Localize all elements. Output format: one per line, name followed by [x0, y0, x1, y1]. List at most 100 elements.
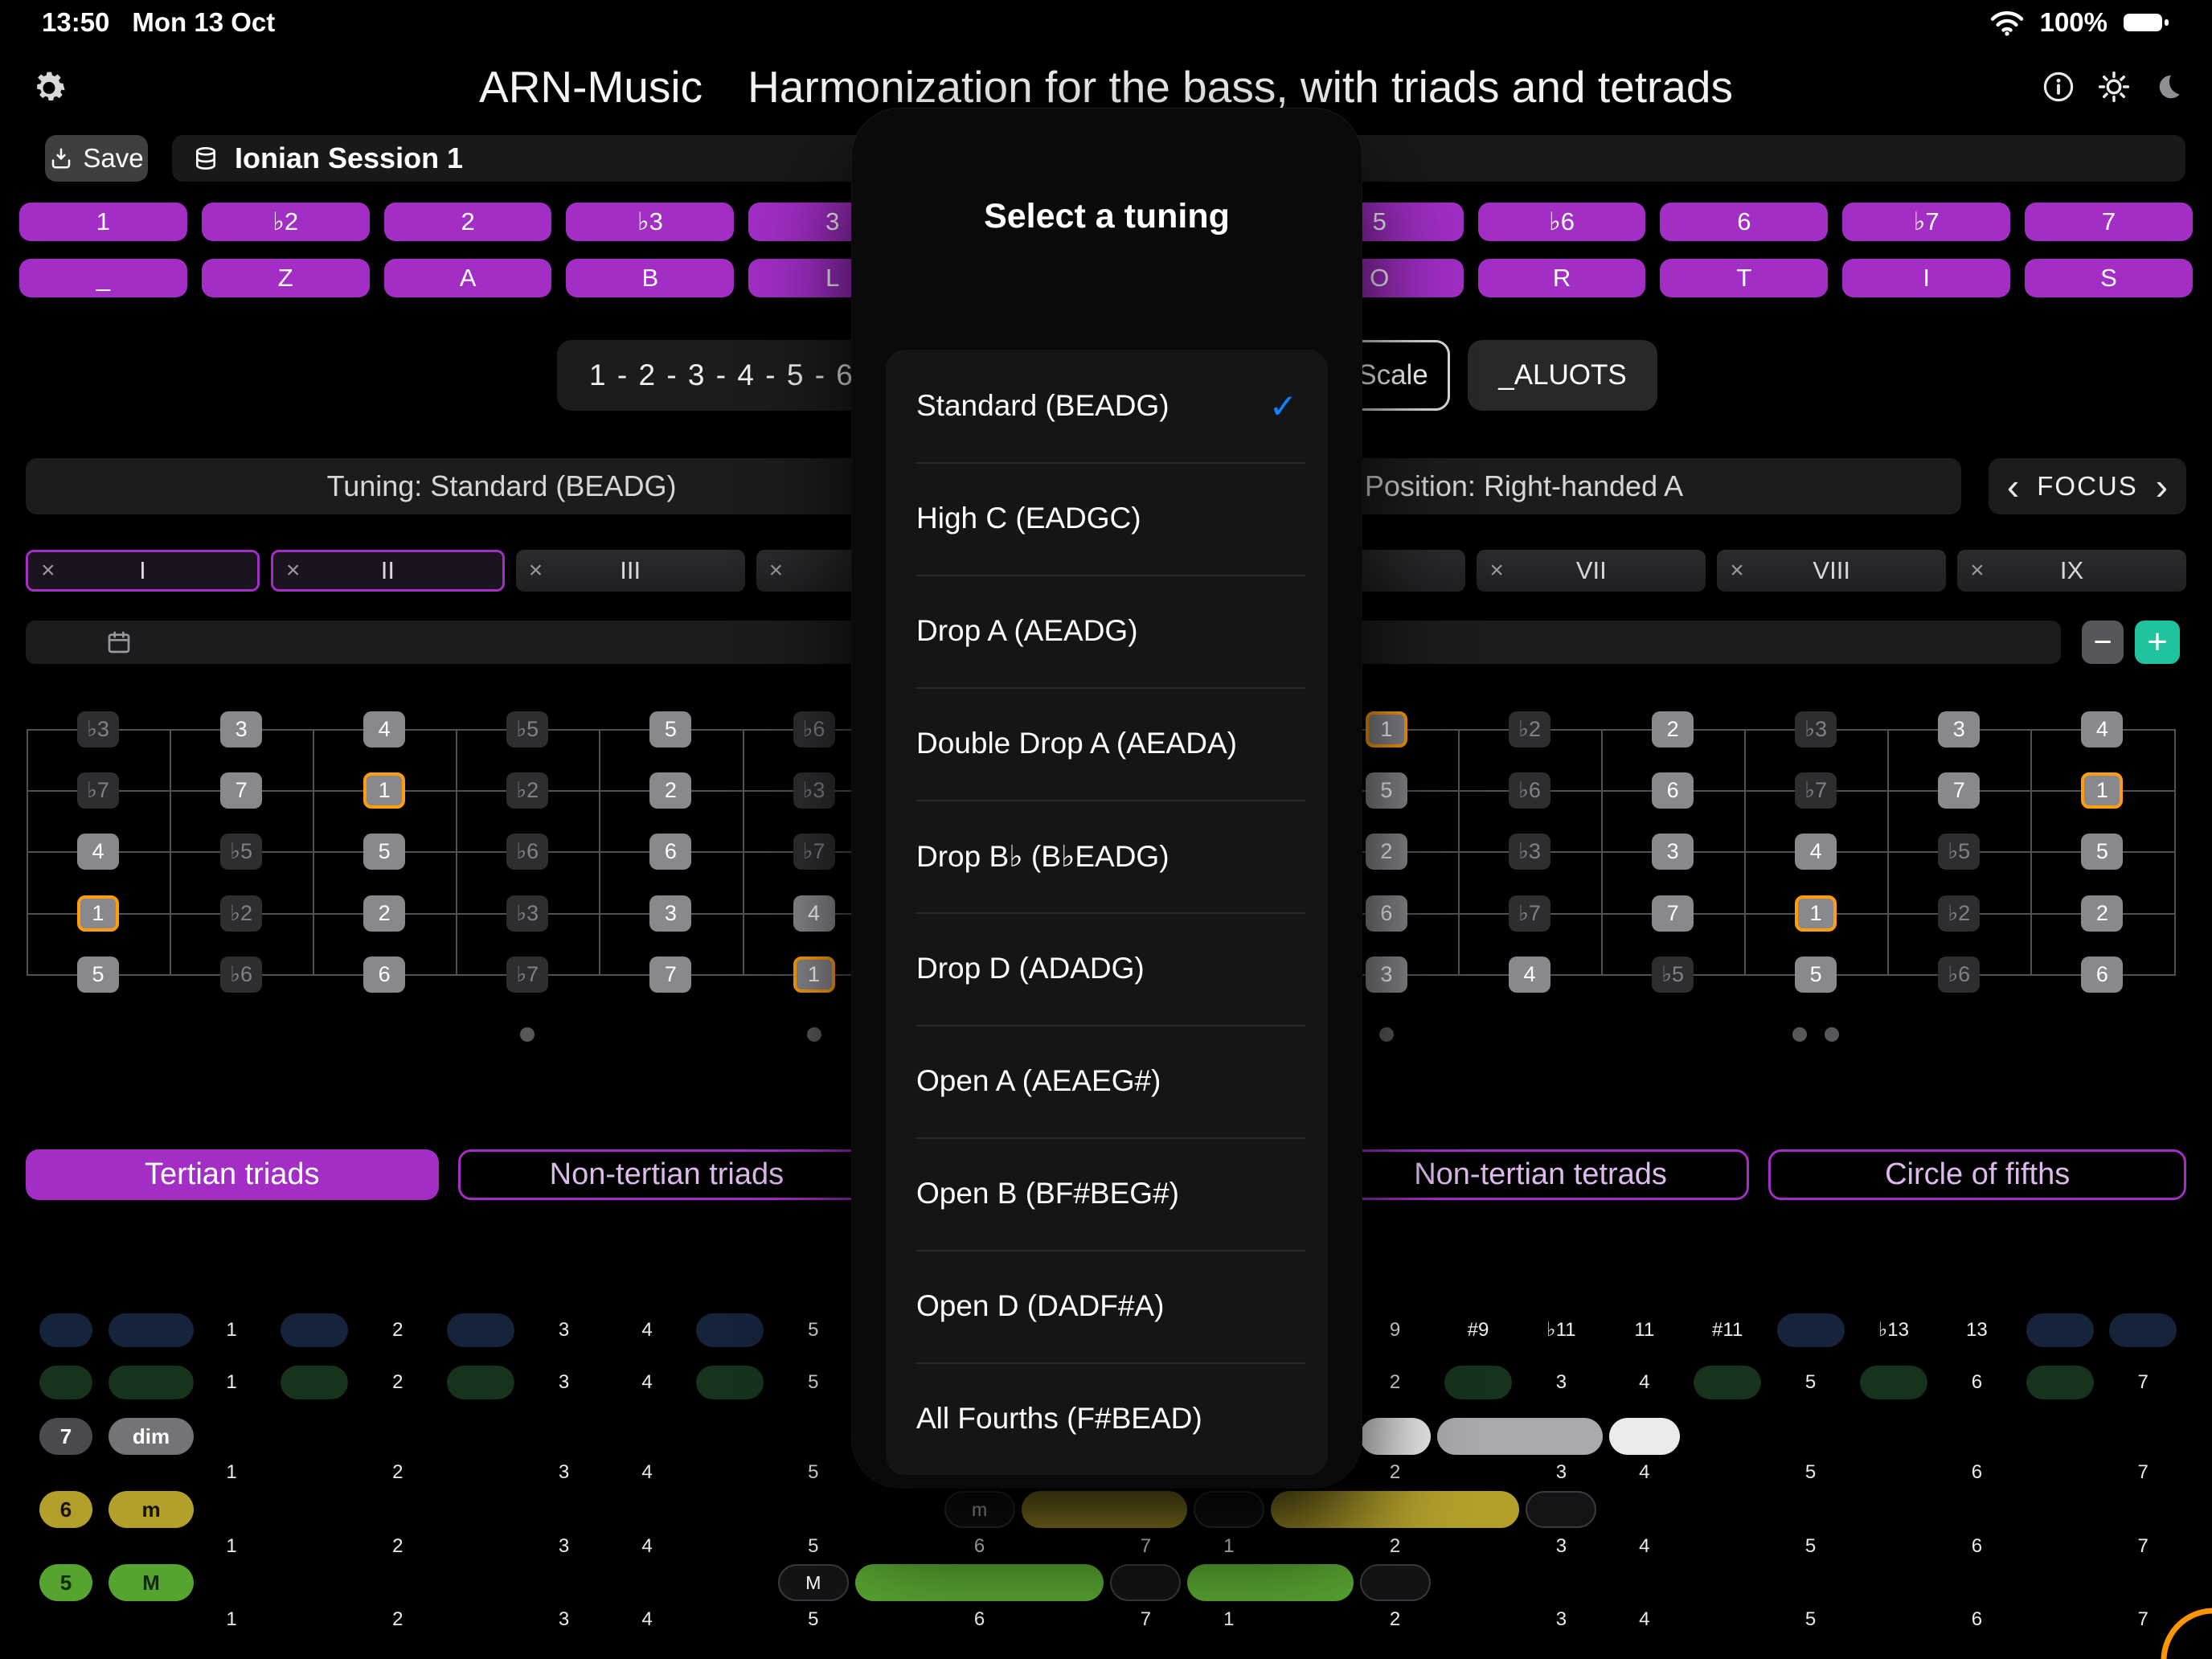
degree-number: 2 — [366, 1609, 430, 1630]
chord-tone-pill[interactable] — [1609, 1418, 1680, 1455]
chord-tone-pill[interactable] — [1194, 1491, 1264, 1528]
chord-quality-header[interactable]: M — [109, 1564, 194, 1601]
degree-number: 7 — [1113, 1609, 1178, 1630]
degree-number: 1 — [199, 1609, 264, 1630]
modal-title: Select a tuning — [852, 197, 1362, 236]
extension-label: #11 — [1695, 1313, 1759, 1347]
scale-degree-pill[interactable] — [2026, 1366, 2094, 1399]
degree-number: 1 — [199, 1462, 264, 1483]
degree-number: 3 — [1529, 1462, 1593, 1483]
degree-number: 1 — [199, 1536, 264, 1557]
scale-degree-label: 3 — [1529, 1366, 1593, 1399]
tuning-option-label: Double Drop A (AEADA) — [916, 727, 1237, 760]
tuning-options-list: Standard (BEADG)✓ High C (EADGC) Drop A (A… — [886, 350, 1328, 1475]
chord-root-pill[interactable]: M — [778, 1564, 849, 1601]
degree-number: 3 — [1529, 1609, 1593, 1630]
degree-number: 6 — [1944, 1462, 2009, 1483]
degree-number: 4 — [1612, 1609, 1677, 1630]
tuning-option[interactable]: Drop A (AEADG) — [886, 575, 1328, 687]
scale-degree-pill[interactable] — [447, 1366, 514, 1399]
chord-span — [1187, 1564, 1353, 1601]
check-icon: ✓ — [1269, 387, 1297, 426]
scale-degree-pill[interactable] — [1444, 1366, 1512, 1399]
degree-number: 4 — [1612, 1462, 1677, 1483]
extension-label: 3 — [532, 1313, 596, 1347]
tuning-modal: Select a tuning Standard (BEADG)✓ High C … — [852, 109, 1362, 1488]
scale-degree-header-pill[interactable] — [109, 1366, 194, 1399]
tuning-option-label: All Fourths (F#BEAD) — [916, 1402, 1202, 1436]
chord-span — [855, 1564, 1104, 1601]
degree-number: 7 — [2111, 1462, 2175, 1483]
degree-number: 2 — [366, 1536, 430, 1557]
degree-number: 4 — [1612, 1536, 1677, 1557]
degree-number: 5 — [1779, 1609, 1843, 1630]
degree-number: 2 — [1363, 1462, 1428, 1483]
extension-label: 9 — [1363, 1313, 1428, 1347]
scale-degree-header-pill[interactable] — [39, 1366, 92, 1399]
degree-number: 2 — [366, 1462, 430, 1483]
extension-pill[interactable] — [1777, 1313, 1845, 1347]
tuning-option[interactable]: High C (EADGC) — [886, 462, 1328, 575]
extension-pill[interactable] — [281, 1313, 348, 1347]
chord-root-pill[interactable]: m — [944, 1491, 1015, 1528]
degree-number: 1 — [1197, 1609, 1261, 1630]
degree-number: 5 — [1779, 1536, 1843, 1557]
extension-label: 1 — [199, 1313, 264, 1347]
scale-degree-label: 5 — [1779, 1366, 1843, 1399]
extension-pill[interactable] — [2109, 1313, 2177, 1347]
chord-span — [1437, 1418, 1603, 1455]
extension-label: ♭13 — [1862, 1313, 1926, 1347]
extension-pill[interactable] — [696, 1313, 764, 1347]
scale-degree-label: 7 — [2111, 1366, 2175, 1399]
tuning-option-label: High C (EADGC) — [916, 502, 1141, 535]
tuning-option[interactable]: Open B (BF#BEG#) — [886, 1137, 1328, 1250]
degree-number: 3 — [532, 1609, 596, 1630]
degree-number: 5 — [1779, 1462, 1843, 1483]
scale-degree-pill[interactable] — [1694, 1366, 1761, 1399]
tuning-option-label: Drop A (AEADG) — [916, 614, 1138, 648]
scale-degree-label: 2 — [366, 1366, 430, 1399]
chord-tone-pill[interactable] — [1110, 1564, 1181, 1601]
degree-number: 7 — [1113, 1536, 1178, 1557]
degree-number: 1 — [1197, 1536, 1261, 1557]
chord-tone-pill[interactable] — [1526, 1491, 1596, 1528]
chord-quality-header[interactable]: dim — [109, 1418, 194, 1455]
degree-number: 3 — [1529, 1536, 1593, 1557]
extension-pill[interactable] — [447, 1313, 514, 1347]
scale-degree-pill[interactable] — [696, 1366, 764, 1399]
chord-tone-pill[interactable] — [1360, 1418, 1431, 1455]
degree-number: 3 — [532, 1462, 596, 1483]
degree-number: 4 — [615, 1609, 679, 1630]
tuning-option[interactable]: Open D (DADF#A) — [886, 1250, 1328, 1362]
scale-degree-pill[interactable] — [281, 1366, 348, 1399]
degree-number: 4 — [615, 1536, 679, 1557]
scale-degree-label: 4 — [615, 1366, 679, 1399]
tuning-option[interactable]: Open A (AEAEG#) — [886, 1025, 1328, 1137]
degree-number: 2 — [1363, 1609, 1428, 1630]
tuning-option[interactable]: All Fourths (F#BEAD) — [886, 1362, 1328, 1475]
chord-degree-header[interactable]: 6 — [39, 1491, 92, 1528]
extension-label: #9 — [1446, 1313, 1510, 1347]
extension-pill[interactable] — [2026, 1313, 2094, 1347]
degree-number: 5 — [781, 1462, 846, 1483]
tuning-option-label: Drop D (ADADG) — [916, 952, 1145, 985]
degree-number: 6 — [948, 1609, 1012, 1630]
chord-tone-pill[interactable] — [1360, 1564, 1431, 1601]
tuning-option[interactable]: Drop D (ADADG) — [886, 912, 1328, 1025]
chord-quality-header[interactable]: m — [109, 1491, 194, 1528]
tuning-option-label: Open A (AEAEG#) — [916, 1064, 1161, 1098]
chord-degree-header[interactable]: 7 — [39, 1418, 92, 1455]
tuning-option[interactable]: Standard (BEADG)✓ — [886, 350, 1328, 462]
tuning-option[interactable]: Drop B♭ (B♭EADG) — [886, 800, 1328, 912]
degree-number: 2 — [1363, 1536, 1428, 1557]
extension-header-pill[interactable] — [109, 1313, 194, 1347]
scale-degree-label: 2 — [1363, 1366, 1428, 1399]
scale-degree-label: 4 — [1612, 1366, 1677, 1399]
tuning-option[interactable]: Double Drop A (AEADA) — [886, 687, 1328, 800]
degree-number: 6 — [1944, 1536, 2009, 1557]
scale-degree-pill[interactable] — [1860, 1366, 1927, 1399]
tuning-option-label: Drop B♭ (B♭EADG) — [916, 839, 1169, 874]
chord-degree-header[interactable]: 5 — [39, 1564, 92, 1601]
extension-header-pill[interactable] — [39, 1313, 92, 1347]
extension-label: 11 — [1612, 1313, 1677, 1347]
